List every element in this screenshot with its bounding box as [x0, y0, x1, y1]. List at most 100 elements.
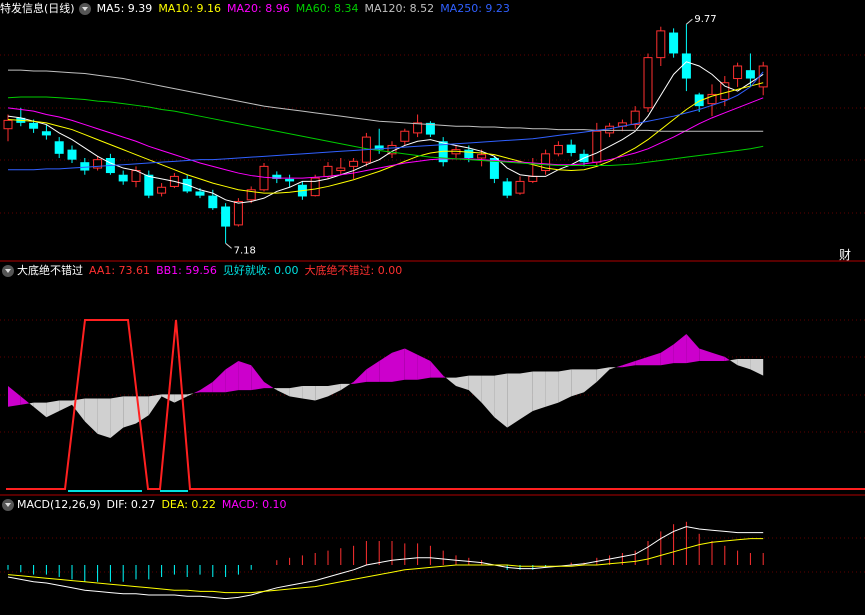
macd-label-2: MACD: 0.10 — [221, 498, 287, 511]
ind-fill-56b — [729, 358, 738, 366]
ind-fill-7 — [97, 398, 111, 438]
high-label: 9.77 — [694, 14, 716, 25]
indicator-label-2: 见好就收: 0.00 — [222, 264, 299, 277]
ind-fill-55 — [712, 352, 725, 362]
price-dropdown-icon[interactable] — [78, 3, 91, 15]
ma-label-3: MA60: 8.34 — [295, 2, 359, 15]
indicator-label-1: BB1: 59.56 — [156, 264, 217, 277]
candle-body-51 — [656, 30, 666, 59]
ind-fill-26a — [340, 383, 351, 391]
ind-fill-27 — [353, 369, 367, 384]
candle-body-0 — [3, 119, 13, 130]
ma-label-4: MA120: 8.52 — [364, 2, 435, 15]
indicator-dropdown-icon[interactable] — [2, 265, 14, 277]
candle-body-46 — [592, 130, 602, 163]
candle-body-11 — [144, 174, 154, 196]
ind-fill-20a — [264, 381, 274, 389]
ind-fill-38 — [494, 373, 508, 428]
candle-body-18 — [233, 200, 243, 226]
ma-label-0: MA5: 9.39 — [96, 2, 153, 15]
macd-label-1: DEA: 0.22 — [161, 498, 216, 511]
candle-body-6 — [80, 162, 90, 171]
ind-fill-6 — [84, 398, 98, 434]
candle-body-39 — [502, 181, 512, 196]
candle-body-56 — [720, 82, 730, 100]
candle-body-22 — [285, 178, 295, 182]
macd-label-0: DIF: 0.27 — [106, 498, 156, 511]
candle-body-57 — [733, 65, 743, 80]
candle-body-31 — [400, 130, 410, 142]
candle-body-4 — [54, 141, 64, 154]
ind-fill-23 — [302, 386, 316, 401]
candle-body-43 — [553, 144, 563, 155]
ind-fill-34a — [443, 375, 446, 378]
dif-line — [7, 526, 764, 600]
ind-fill-9 — [123, 396, 136, 428]
ind-fill-46 — [596, 367, 610, 382]
ind-fill-41 — [532, 371, 546, 411]
ind-fill-1a — [20, 396, 30, 405]
ind-fill-39 — [507, 373, 520, 428]
ind-fill-50 — [648, 352, 661, 366]
finance-label[interactable]: 财 — [839, 246, 851, 263]
candle-body-36 — [464, 149, 474, 158]
macd-header: MACD(12,26,9) DIF: 0.27 DEA: 0.22 MACD: 0.1… — [0, 496, 299, 514]
candle-body-2 — [29, 122, 39, 129]
ind-fill-24 — [315, 386, 328, 401]
indicator-header: 大底绝不错过 AA1: 73.61 BB1: 59.56 见好就收: 0.00 大底绝不… — [0, 262, 414, 280]
candle-body-17 — [221, 206, 231, 227]
candle-body-58 — [745, 70, 755, 79]
ma-label-1: MA10: 9.16 — [158, 2, 222, 15]
ind-fill-34b — [445, 377, 456, 386]
candle-body-9 — [118, 174, 128, 182]
candle-body-20 — [259, 165, 269, 191]
candle-body-37 — [477, 154, 487, 159]
ind-fill-58 — [750, 358, 764, 376]
ind-fill-42 — [545, 371, 559, 407]
ma-label-2: MA20: 8.96 — [227, 2, 290, 15]
ind-fill-25 — [328, 383, 341, 397]
macd-legend: DIF: 0.27 DEA: 0.22 MACD: 0.10 — [107, 498, 293, 511]
candle-body-27 — [349, 160, 359, 167]
ind-fill-51 — [660, 344, 674, 366]
ind-fill-33 — [430, 361, 444, 378]
chart-root: 9.77 7.18 特发信息(日线) MA5: 9.39 MA10: 9.16 MA20… — [0, 0, 865, 612]
ind-fill-22 — [289, 386, 303, 399]
high-marker — [686, 18, 693, 25]
ind-fill-31 — [404, 348, 418, 380]
ma-legend: MA5: 9.39 MA10: 9.16 MA20: 8.96 MA60: 8.34 M… — [97, 2, 516, 15]
candle-body-53 — [681, 53, 691, 79]
ind-fill-20b — [273, 388, 277, 391]
ma-label-5: MA250: 9.23 — [440, 2, 510, 15]
ind-fill-48 — [622, 361, 636, 368]
ind-fill-8 — [110, 396, 124, 438]
candle-body-3 — [41, 131, 51, 136]
candle-body-15 — [195, 191, 205, 196]
ind-fill-44 — [571, 369, 584, 397]
low-label: 7.18 — [234, 245, 256, 256]
indicator-label-0: AA1: 73.61 — [89, 264, 151, 277]
candle-body-49 — [630, 110, 640, 126]
ind-fill-16 — [212, 369, 226, 393]
ind-fill-30 — [392, 348, 405, 382]
chart-svg[interactable]: 9.77 7.18 — [0, 0, 865, 612]
indicator-label-3: 大底绝不错过: 0.00 — [304, 264, 403, 277]
candle-body-25 — [323, 165, 333, 177]
candle-body-5 — [67, 149, 77, 160]
ind-fill-13 — [174, 394, 188, 403]
ind-fill-43 — [558, 369, 572, 403]
candle-body-52 — [669, 32, 679, 54]
ind-fill-19 — [251, 365, 264, 391]
ind-fill-0 — [8, 386, 21, 407]
macd-dropdown-icon[interactable] — [2, 499, 14, 511]
ind-fill-53 — [686, 334, 700, 364]
ind-fill-15 — [200, 381, 213, 393]
ind-fill-57 — [737, 358, 751, 370]
ind-fill-54 — [699, 348, 712, 362]
candle-body-26 — [336, 167, 346, 172]
ind-fill-26b — [350, 381, 354, 384]
ind-fill-29 — [379, 352, 392, 382]
ind-fill-4 — [59, 400, 72, 411]
ind-fill-47a — [609, 367, 616, 370]
low-marker — [225, 242, 232, 249]
